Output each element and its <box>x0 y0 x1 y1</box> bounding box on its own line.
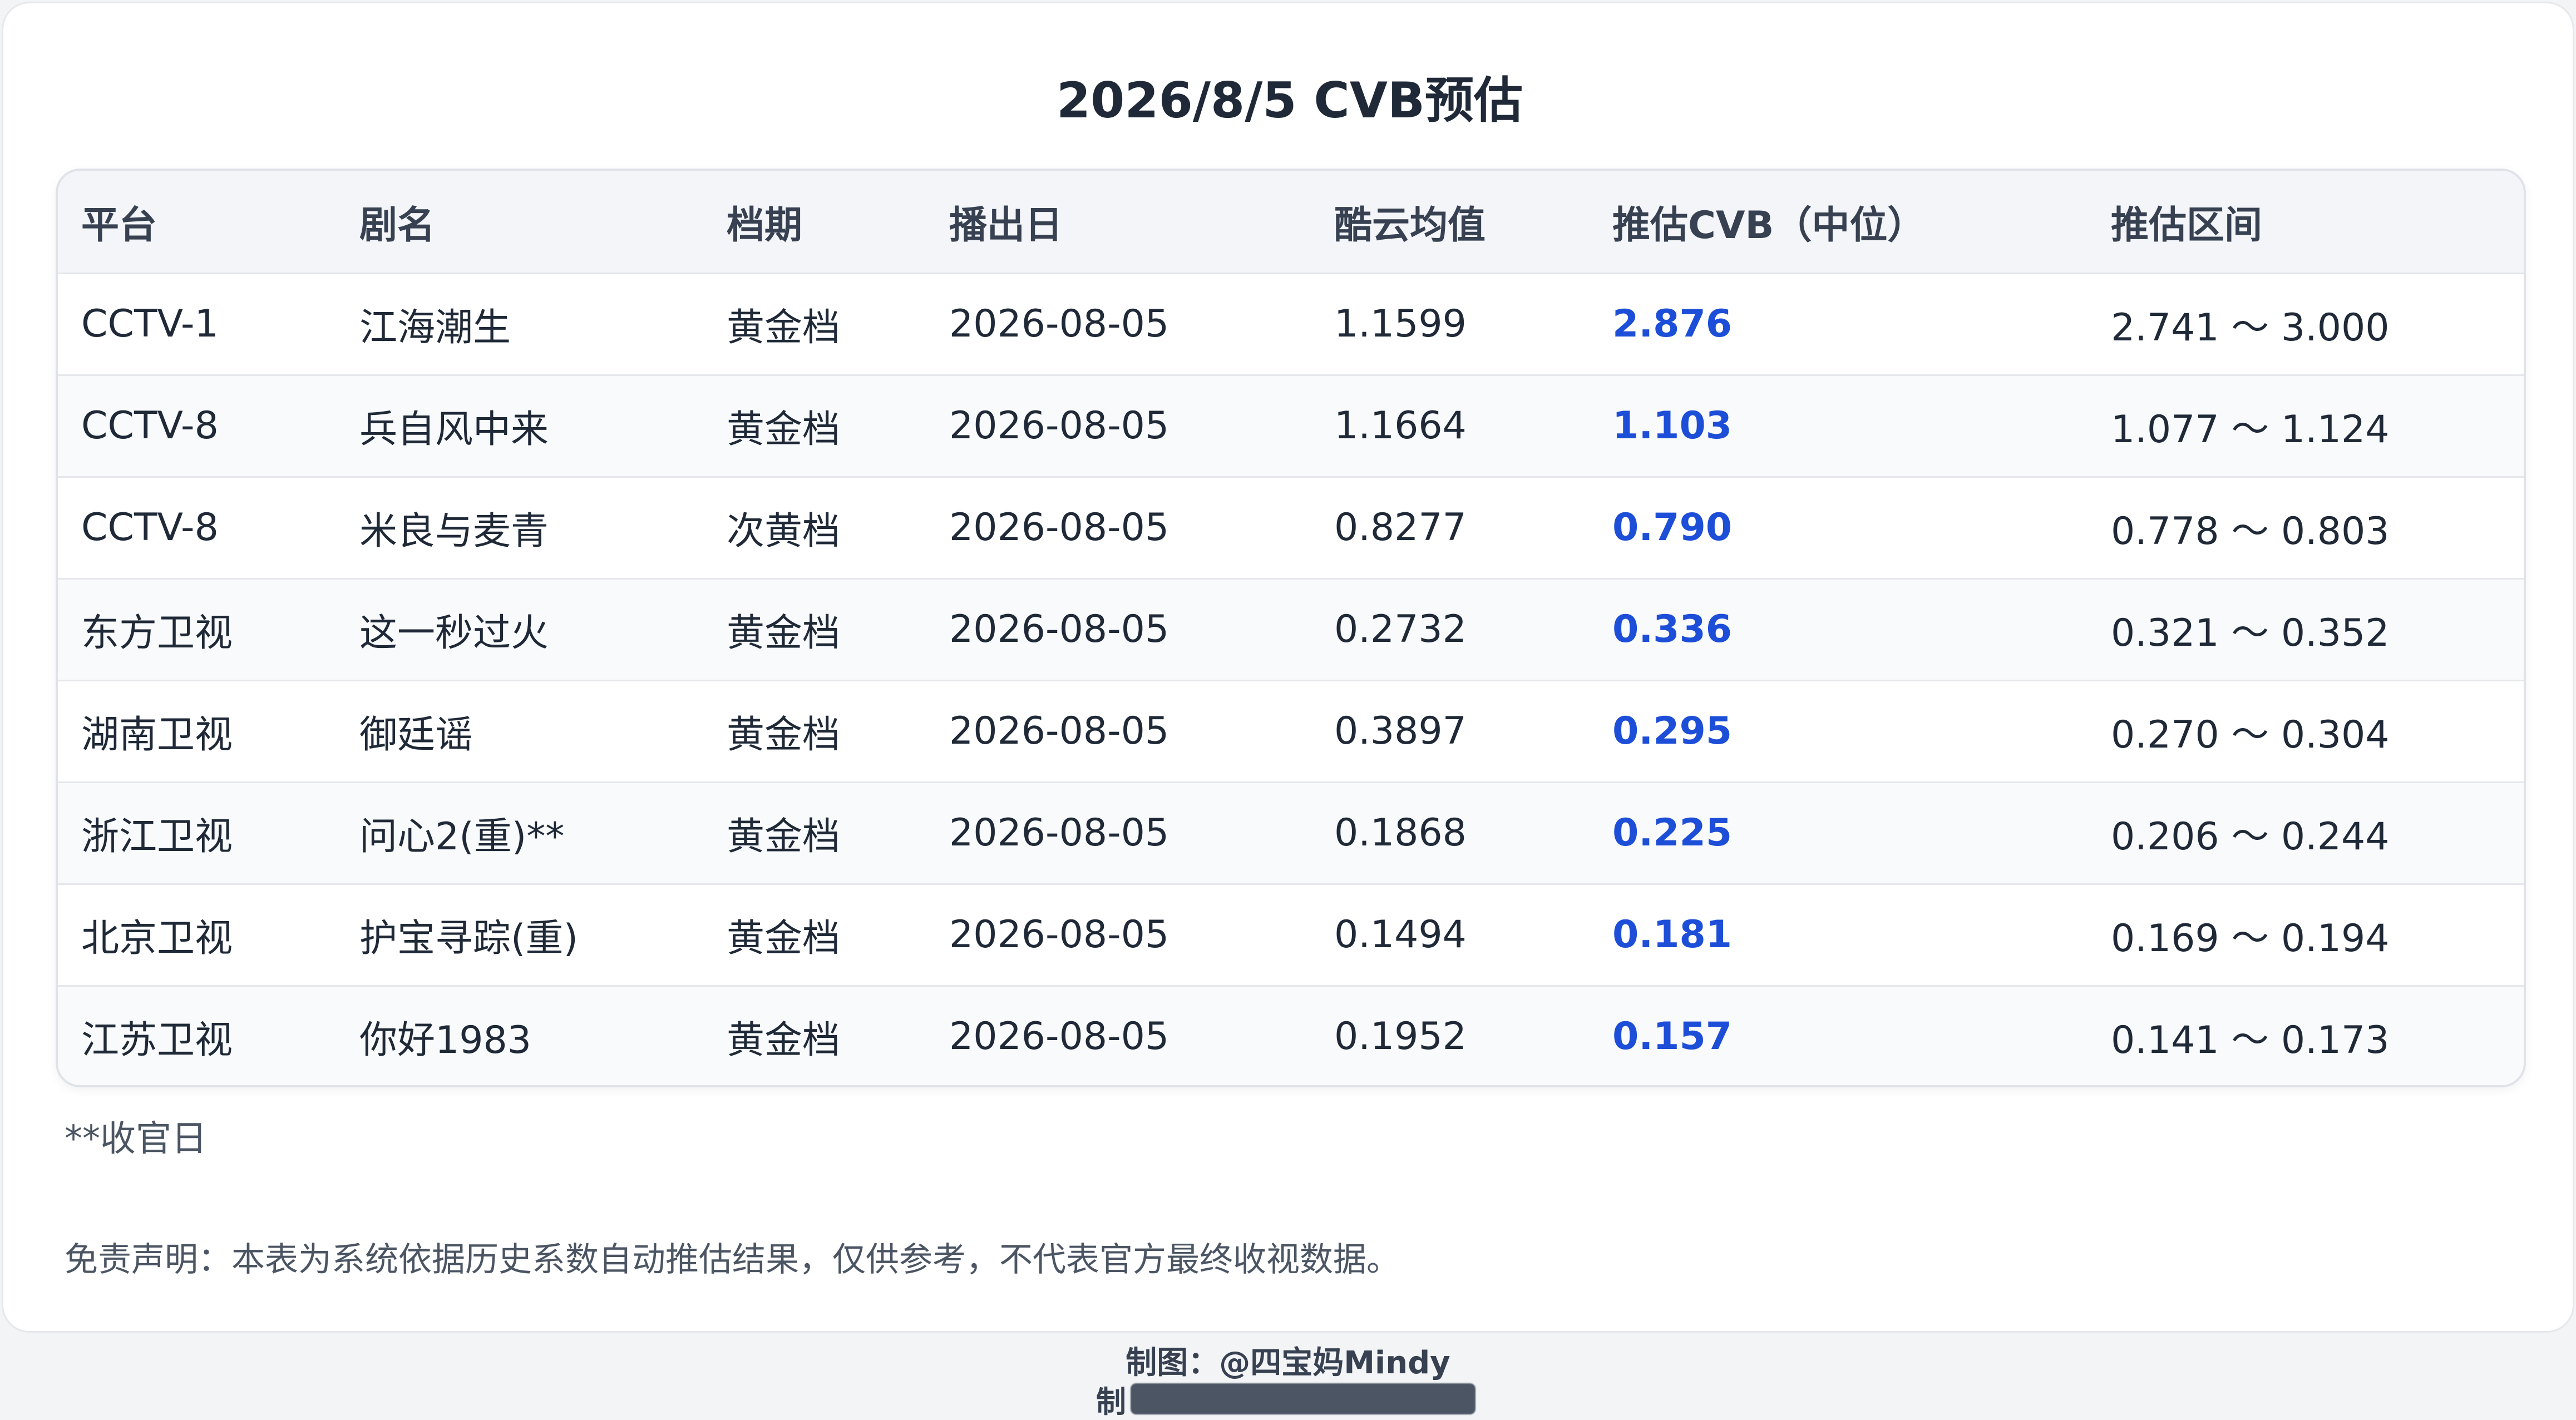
cell-date: 2026-08-05 <box>926 680 1311 783</box>
cell-drama: 御廷谣 <box>336 680 703 783</box>
cell-platform: 江苏卫视 <box>81 1018 233 1062</box>
footnote: **收官日 <box>65 1119 207 1160</box>
cell-date: 2026-08-05 <box>926 477 1311 580</box>
cell-platform: 浙江卫视 <box>58 782 336 885</box>
cell-kuyun: 1.1599 <box>1311 273 1589 376</box>
cell-platform: CCTV-8 <box>58 477 336 580</box>
cell-slot: 黄金档 <box>703 884 926 987</box>
cell-cvb: 0.790 <box>1589 477 2088 580</box>
author-credit: 制图：@四宝妈Mindy <box>1126 1345 1450 1381</box>
cell-cvb: 0.225 <box>1589 782 2088 885</box>
cell-slot: 次黄档 <box>703 477 926 580</box>
cell-date: 2026-08-05 <box>926 578 1311 681</box>
cell-kuyun: 0.8277 <box>1311 477 1589 580</box>
cell-range: 2.741 ～ 3.000 <box>2088 273 2524 376</box>
cell-kuyun: 0.3897 <box>1311 680 1589 783</box>
cell-slot: 黄金档 <box>703 273 926 376</box>
report-card: 2026/8/5 CVB预估 平台 剧名 档期 播出日 酷云均值 推估CVB（中… <box>2 2 2574 1333</box>
cell-slot: 黄金档 <box>727 1018 841 1062</box>
table-header-row: 平台 剧名 档期 播出日 酷云均值 推估CVB（中位） 推估区间 <box>58 171 2524 274</box>
table-row: 东方卫视 这一秒过火 黄金档 2026-08-05 0.2732 0.336 0… <box>58 578 2524 681</box>
column-header-platform: 平台 <box>58 171 336 274</box>
redaction-block <box>1131 1383 1475 1414</box>
page: 2026/8/5 CVB预估 平台 剧名 档期 播出日 酷云均值 推估CVB（中… <box>0 0 2576 1420</box>
redacted-credit-prefix: 制 <box>1096 1384 1126 1419</box>
cell-kuyun: 0.1494 <box>1311 884 1589 987</box>
table-row: CCTV-8 兵自风中来 黄金档 2026-08-05 1.1664 1.103… <box>58 375 2524 478</box>
table-row: 浙江卫视 问心2(重)** 黄金档 2026-08-05 0.1868 0.22… <box>58 782 2524 885</box>
column-header-range: 推估区间 <box>2088 171 2524 274</box>
cell-cvb: 0.157 <box>1612 1015 1733 1058</box>
cvb-table: 平台 剧名 档期 播出日 酷云均值 推估CVB（中位） 推估区间 CCTV-1 … <box>58 171 2524 1085</box>
cell-platform: 北京卫视 <box>58 884 336 987</box>
cell-date: 2026-08-05 <box>926 273 1311 376</box>
disclaimer: 免责声明：本表为系统依据历史系数自动推估结果，仅供参考，不代表官方最终收视数据。 <box>65 1240 1400 1279</box>
cell-slot: 黄金档 <box>703 680 926 783</box>
cell-drama: 你好1983 <box>359 1018 532 1062</box>
table-row: 湖南卫视 御廷谣 黄金档 2026-08-05 0.3897 0.295 0.2… <box>58 680 2524 783</box>
cell-date: 2026-08-05 <box>926 375 1311 478</box>
cell-platform: CCTV-1 <box>58 273 336 376</box>
cell-platform: 东方卫视 <box>58 578 336 681</box>
cell-range: 0.778 ～ 0.803 <box>2088 477 2524 580</box>
cell-platform: CCTV-8 <box>58 375 336 478</box>
cell-slot: 黄金档 <box>703 375 926 478</box>
table-row: CCTV-8 米良与麦青 次黄档 2026-08-05 0.8277 0.790… <box>58 477 2524 580</box>
cell-drama: 这一秒过火 <box>336 578 703 681</box>
table-row: 江苏卫视 你好1983 黄金档 2026-08-05 0.1952 0.157 … <box>58 986 2524 1085</box>
redacted-credit-line: 制 <box>1096 1379 1475 1419</box>
cell-kuyun: 0.2732 <box>1311 578 1589 681</box>
cell-kuyun: 1.1664 <box>1311 375 1589 478</box>
cell-drama: 江海潮生 <box>336 273 703 376</box>
column-header-date: 播出日 <box>926 171 1311 274</box>
column-header-kuyun: 酷云均值 <box>1311 171 1589 274</box>
cell-range: 0.321 ～ 0.352 <box>2088 578 2524 681</box>
cvb-table-container: 平台 剧名 档期 播出日 酷云均值 推估CVB（中位） 推估区间 CCTV-1 … <box>56 169 2526 1087</box>
cell-range: 0.141 ～ 0.173 <box>2111 1018 2390 1062</box>
cell-cvb: 0.181 <box>1589 884 2088 987</box>
cell-range: 0.169 ～ 0.194 <box>2088 884 2524 987</box>
cell-platform: 湖南卫视 <box>58 680 336 783</box>
cell-cvb: 0.295 <box>1589 680 2088 783</box>
cell-slot: 黄金档 <box>703 782 926 885</box>
cell-cvb: 0.336 <box>1589 578 2088 681</box>
cell-drama: 兵自风中来 <box>336 375 703 478</box>
column-header-cvb: 推估CVB（中位） <box>1589 171 2088 274</box>
cell-cvb: 1.103 <box>1589 375 2088 478</box>
cell-drama: 米良与麦青 <box>336 477 703 580</box>
table-row: 北京卫视 护宝寻踪(重) 黄金档 2026-08-05 0.1494 0.181… <box>58 884 2524 987</box>
cell-kuyun: 0.1868 <box>1311 782 1589 885</box>
page-title: 2026/8/5 CVB预估 <box>1056 72 1523 129</box>
cell-range: 1.077 ～ 1.124 <box>2088 375 2524 478</box>
cell-slot: 黄金档 <box>703 578 926 681</box>
table-row: CCTV-1 江海潮生 黄金档 2026-08-05 1.1599 2.876 … <box>58 273 2524 376</box>
cell-kuyun: 0.1952 <box>1334 1015 1467 1058</box>
column-header-slot: 档期 <box>703 171 926 274</box>
cell-drama: 问心2(重)** <box>336 782 703 885</box>
cell-cvb: 2.876 <box>1589 273 2088 376</box>
cell-date: 2026-08-05 <box>949 1015 1169 1058</box>
cell-date: 2026-08-05 <box>926 782 1311 885</box>
cell-range: 0.270 ～ 0.304 <box>2088 680 2524 783</box>
cell-date: 2026-08-05 <box>926 884 1311 987</box>
cell-drama: 护宝寻踪(重) <box>336 884 703 987</box>
cell-range: 0.206 ～ 0.244 <box>2088 782 2524 885</box>
column-header-drama: 剧名 <box>336 171 703 274</box>
